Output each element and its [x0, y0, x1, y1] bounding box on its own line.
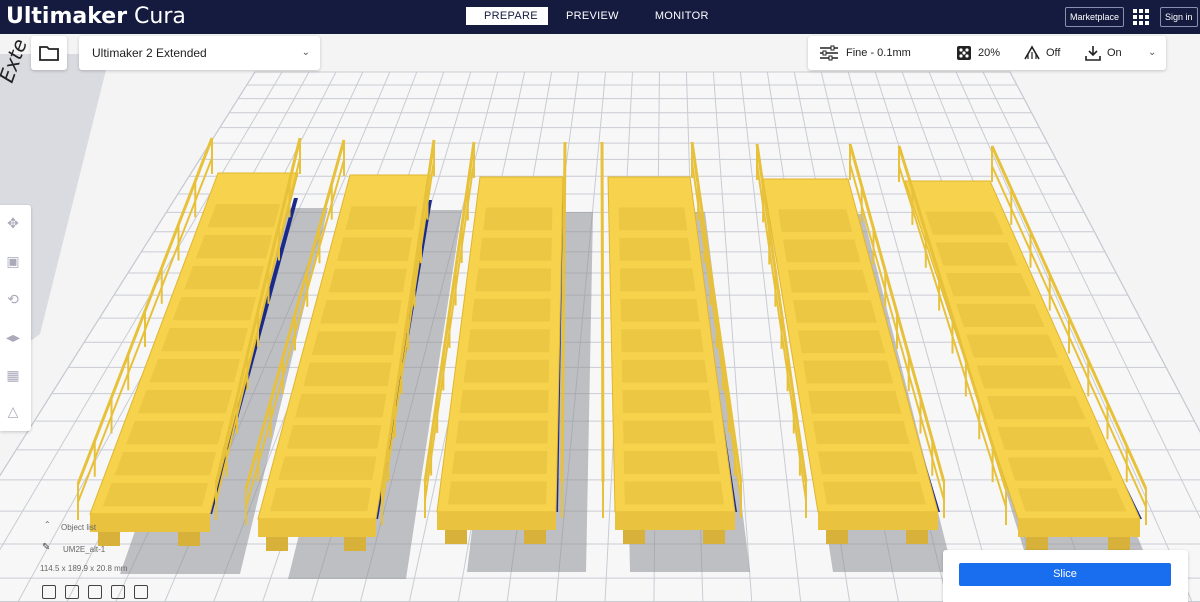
- move-tool-icon[interactable]: ✥: [5, 215, 21, 231]
- support-icon: [1024, 45, 1040, 60]
- printer-name: Ultimaker 2 Extended: [92, 46, 207, 60]
- build-plate-scene: Exte: [0, 34, 1200, 602]
- left-view-icon[interactable]: [111, 585, 125, 599]
- chevron-down-icon: ⌄: [1148, 47, 1157, 58]
- action-panel: Slice: [943, 550, 1188, 602]
- slice-button[interactable]: Slice: [959, 563, 1171, 586]
- chevron-down-icon: ⌄: [301, 47, 310, 58]
- chevron-up-icon[interactable]: ⌃: [44, 520, 51, 529]
- infill-value: 20%: [978, 47, 1001, 59]
- sliders-icon: [820, 45, 838, 61]
- app-title-bold: Ultimaker: [6, 4, 128, 29]
- top-view-icon[interactable]: [88, 585, 102, 599]
- profile-label: Fine - 0.1mm: [846, 47, 911, 59]
- support-blocker-icon[interactable]: △: [5, 403, 21, 419]
- object-name[interactable]: UM2E_alt-1: [63, 545, 105, 554]
- right-view-icon[interactable]: [134, 585, 148, 599]
- scale-tool-icon[interactable]: ▣: [5, 253, 21, 269]
- camera-view-buttons: [42, 585, 148, 599]
- object-dimensions: 114.5 x 189.9 x 20.8 mm: [40, 564, 128, 573]
- object-list-header[interactable]: Object list: [61, 523, 96, 532]
- infill-icon: [957, 46, 971, 60]
- header-bar: Ultimaker Cura PREPARE PREVIEW MONITOR M…: [0, 0, 1200, 34]
- adhesion-icon: [1085, 46, 1101, 61]
- sign-in-button[interactable]: Sign in: [1160, 7, 1198, 27]
- printer-selector[interactable]: Ultimaker 2 Extended ⌄: [79, 36, 320, 70]
- pencil-icon: ✎: [42, 542, 51, 553]
- marketplace-button[interactable]: Marketplace: [1065, 7, 1125, 27]
- tab-monitor[interactable]: MONITOR: [637, 7, 727, 25]
- mirror-tool-icon[interactable]: ◂▸: [5, 329, 21, 345]
- stage-tabs: PREPARE PREVIEW MONITOR: [466, 7, 727, 25]
- support-value: Off: [1046, 47, 1061, 59]
- front-view-icon[interactable]: [65, 585, 79, 599]
- tab-prepare[interactable]: PREPARE: [466, 7, 548, 25]
- adhesion-value: On: [1107, 47, 1122, 59]
- per-model-settings-icon[interactable]: ▦: [5, 367, 21, 383]
- tool-bar: ✥ ▣ ⟲ ◂▸ ▦ △: [0, 205, 31, 431]
- app-title-light: Cura: [134, 4, 186, 29]
- apps-grid-icon[interactable]: [1133, 9, 1149, 25]
- rotate-tool-icon[interactable]: ⟲: [5, 291, 21, 307]
- open-file-button[interactable]: [31, 36, 67, 70]
- 3d-view-icon[interactable]: [42, 585, 56, 599]
- build-plate-viewport[interactable]: Exte: [0, 34, 1200, 602]
- print-settings-panel[interactable]: Fine - 0.1mm 20% Off On ⌄: [808, 36, 1166, 70]
- tab-preview[interactable]: PREVIEW: [548, 7, 637, 25]
- folder-icon: [39, 46, 59, 61]
- app-logo: Ultimaker Cura: [6, 3, 186, 31]
